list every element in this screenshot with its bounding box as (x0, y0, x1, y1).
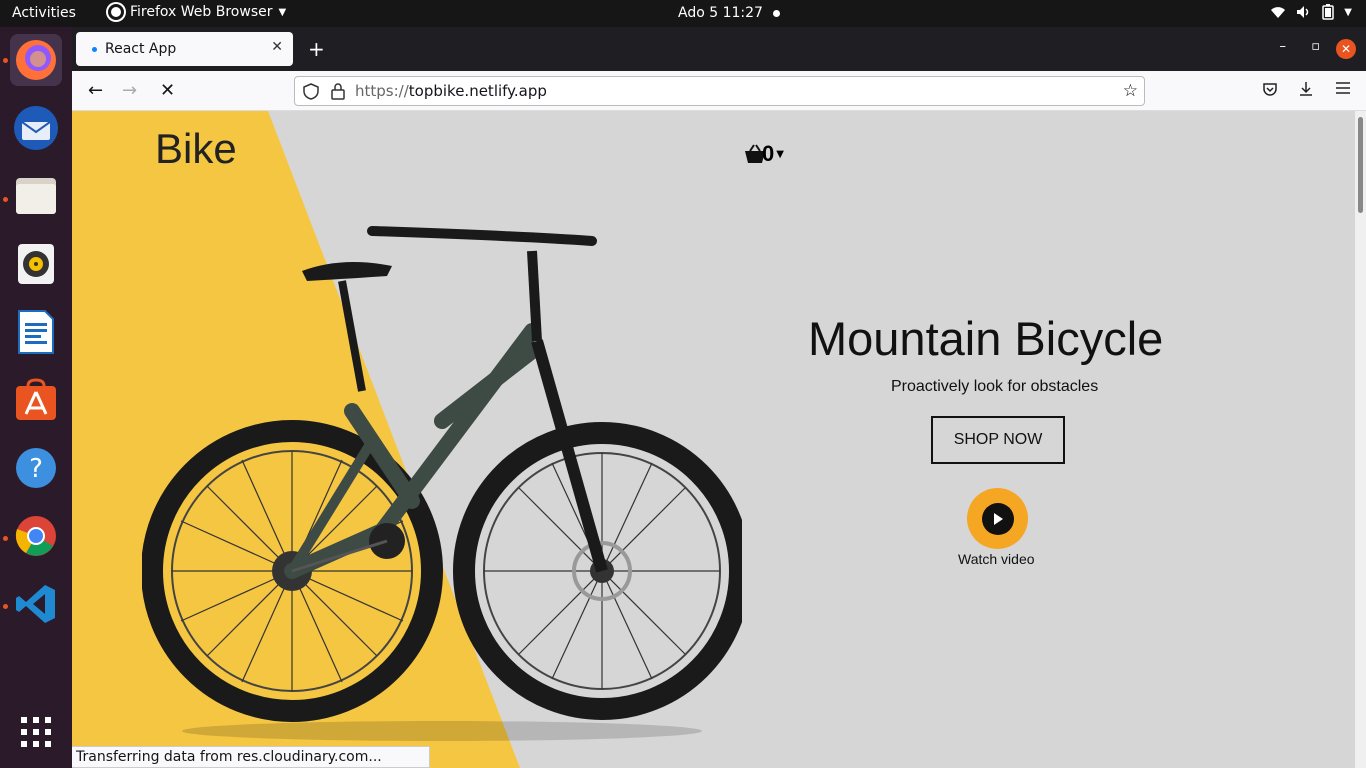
running-indicator (3, 58, 8, 63)
hamburger-menu-icon[interactable] (1335, 81, 1351, 95)
dock-chrome[interactable] (10, 510, 62, 562)
notification-dot (773, 10, 780, 17)
vscode-icon (16, 585, 55, 623)
hero-title: Mountain Bicycle (808, 312, 1164, 365)
close-tab-icon[interactable]: ✕ (271, 39, 283, 55)
tab-react-app[interactable]: React App ✕ (76, 32, 293, 66)
svg-text:?: ? (29, 454, 43, 484)
running-indicator (3, 197, 8, 202)
site-logo[interactable]: Bike (155, 125, 237, 173)
dock-vscode[interactable] (10, 578, 62, 630)
downloads-icon[interactable] (1298, 81, 1314, 97)
cart-button[interactable]: 0 ▼ (744, 141, 784, 167)
app-menu-label: Firefox Web Browser (130, 4, 273, 20)
volume-icon (1297, 6, 1309, 18)
pocket-icon[interactable] (1262, 81, 1278, 97)
scrollbar-thumb[interactable] (1358, 117, 1363, 213)
thunderbird-icon (14, 106, 58, 150)
dock-files[interactable] (10, 170, 62, 222)
url-scheme: https:// (355, 82, 409, 100)
files-icon (16, 178, 56, 214)
watch-video-button[interactable] (967, 488, 1028, 549)
tab-title: React App (105, 41, 177, 57)
tray-chevron-down-icon: ▼ (1344, 6, 1352, 18)
show-applications-icon (21, 717, 51, 747)
url-bar[interactable]: https:// topbike.netlify.app ☆ (294, 76, 1145, 106)
watch-video-label[interactable]: Watch video (958, 551, 1035, 567)
system-top-bar: Activities Firefox Web Browser ▼ Ado 5 1… (0, 0, 1366, 27)
dock-help[interactable]: ? (10, 442, 62, 494)
back-arrow-icon[interactable]: ← (88, 80, 103, 101)
chevron-down-icon: ▼ (278, 6, 287, 18)
forward-arrow-icon[interactable]: → (122, 80, 137, 101)
lock-icon (331, 83, 345, 100)
shield-icon (303, 83, 319, 100)
clock[interactable]: Ado 5 11:27 (678, 5, 763, 21)
minimize-icon[interactable]: – (1280, 39, 1287, 54)
rhythmbox-icon (18, 244, 54, 284)
system-tray[interactable]: ▼ (1270, 4, 1352, 20)
app-menu[interactable]: Firefox Web Browser ▼ (108, 4, 286, 20)
dock-thunderbird[interactable] (10, 102, 62, 154)
page-scrollbar[interactable] (1355, 111, 1366, 768)
help-icon: ? (16, 448, 56, 488)
url-host: topbike.netlify.app (408, 82, 547, 100)
cart-count: 0 (762, 141, 775, 166)
shop-now-button[interactable]: SHOP NOW (931, 416, 1065, 464)
dock: ? (0, 27, 72, 768)
dock-firefox[interactable] (10, 34, 62, 86)
battery-icon (1322, 4, 1335, 20)
ubuntu-software-icon (16, 378, 56, 420)
play-icon (981, 502, 1014, 535)
dock-writer[interactable] (10, 306, 62, 358)
status-bar: Transferring data from res.cloudinary.co… (72, 746, 430, 768)
wifi-icon (1271, 7, 1286, 18)
tab-bar: React App ✕ + – ▫ ✕ (72, 27, 1366, 71)
firefox-icon (16, 40, 56, 80)
bookmark-star-icon[interactable]: ☆ (1123, 81, 1138, 101)
close-window-icon[interactable]: ✕ (1336, 39, 1356, 59)
nav-bar: ← → ✕ https:// topbike.netlify.app ☆ (72, 71, 1366, 111)
mountain-bike-image (142, 226, 742, 741)
activities-button[interactable]: Activities (12, 5, 76, 21)
cart-dropdown-icon: ▼ (776, 148, 784, 160)
loading-indicator-icon (92, 46, 97, 52)
stop-loading-icon[interactable]: ✕ (160, 80, 175, 101)
libreoffice-writer-icon (18, 310, 54, 354)
new-tab-button[interactable]: + (308, 37, 325, 61)
dock-software[interactable] (10, 374, 62, 426)
running-indicator (3, 536, 8, 541)
show-applications-button[interactable] (10, 706, 62, 758)
running-indicator (3, 604, 8, 609)
hero-subtitle: Proactively look for obstacles (891, 378, 1099, 395)
maximize-icon[interactable]: ▫ (1311, 39, 1320, 54)
web-page: Bike 0 ▼ Mountain Bicycle Proactively lo… (72, 111, 1355, 768)
chrome-icon (15, 516, 56, 556)
dock-rhythmbox[interactable] (10, 238, 62, 290)
firefox-mini-icon (108, 4, 124, 20)
